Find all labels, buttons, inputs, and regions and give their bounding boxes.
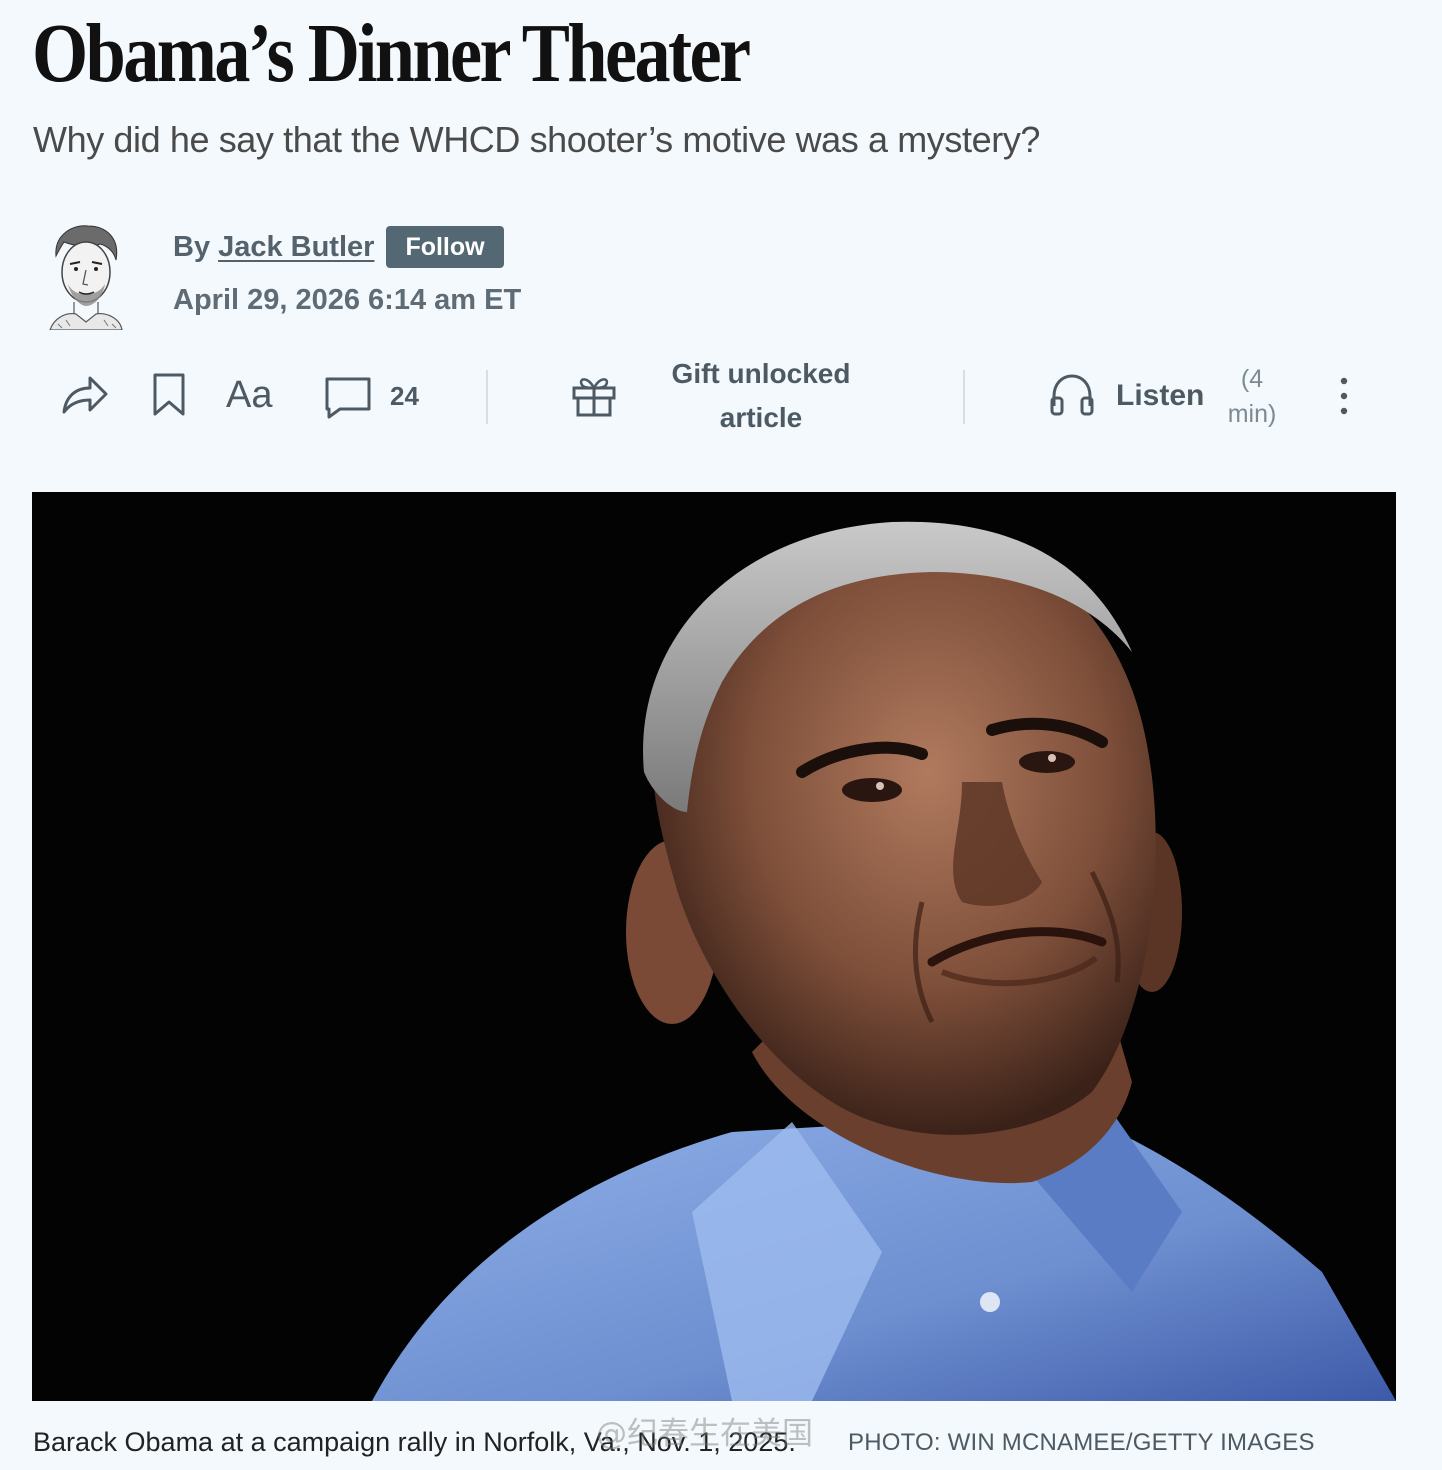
- more-vertical-icon[interactable]: [1336, 376, 1352, 416]
- gift-icon[interactable]: [570, 372, 618, 418]
- listen-duration-line1: (4: [1240, 365, 1264, 393]
- article-dek: Why did he say that the WHCD shooter’s m…: [33, 119, 1041, 160]
- listen-duration: (4 min): [1222, 362, 1282, 432]
- byline: By Jack Butler Follow: [173, 226, 504, 268]
- watermark-overlay: @纪春生在美国: [596, 1416, 813, 1452]
- gift-label-line2: article: [719, 402, 803, 433]
- comment-count[interactable]: 24: [390, 376, 419, 416]
- toolbar-divider: [486, 370, 488, 424]
- toolbar-divider: [963, 370, 965, 424]
- comment-bubble-icon[interactable]: [324, 376, 372, 420]
- bookmark-icon[interactable]: [152, 372, 186, 418]
- headphones-icon[interactable]: [1048, 372, 1096, 418]
- text-size-icon[interactable]: Aa: [226, 370, 272, 420]
- follow-button[interactable]: Follow: [386, 226, 504, 268]
- author-link[interactable]: Jack Butler: [218, 231, 374, 264]
- listen-button[interactable]: Listen: [1116, 376, 1204, 416]
- article-headline: Obama’s Dinner Theater: [32, 7, 751, 100]
- image-credit: PHOTO: WIN MCNAMEE/GETTY IMAGES: [848, 1429, 1315, 1456]
- publish-timestamp: April 29, 2026 6:14 am ET: [173, 284, 522, 316]
- article-hero-image: [32, 492, 1396, 1401]
- gift-article-button[interactable]: Gift unlocked article: [655, 352, 867, 440]
- byline-prefix: By: [173, 230, 211, 263]
- gift-label-line1: Gift unlocked: [671, 358, 851, 389]
- listen-duration-line2: min): [1227, 400, 1277, 428]
- author-avatar[interactable]: [44, 222, 128, 331]
- share-arrow-icon[interactable]: [58, 372, 110, 416]
